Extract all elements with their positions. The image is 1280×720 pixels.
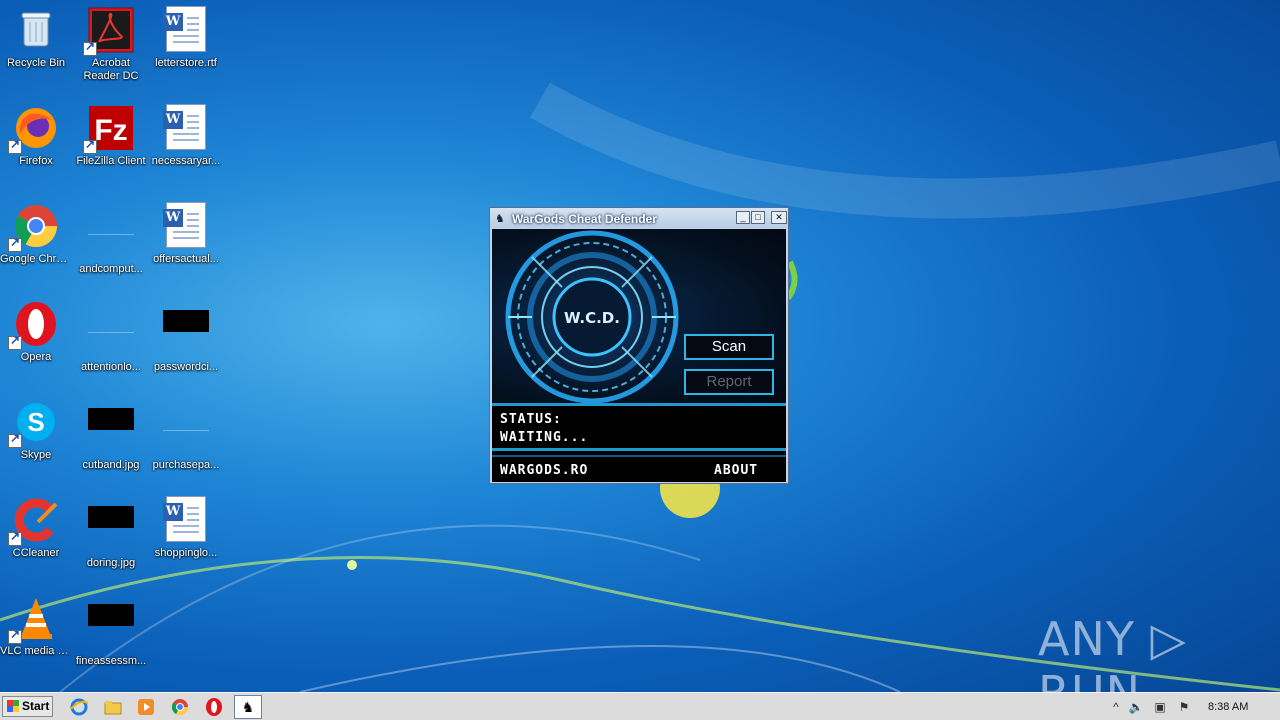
desktop-icon-opera[interactable]: Opera [0, 296, 72, 364]
minimize-button[interactable]: _ [736, 211, 750, 224]
desktop-icon-label: CCleaner [12, 547, 60, 559]
file-icon [163, 408, 209, 431]
word-doc-icon: W [163, 202, 206, 248]
desktop-icon-label: andcomput... [79, 263, 143, 275]
desktop-icon-label: purchasepa... [152, 459, 220, 471]
scan-button[interactable]: Scan [684, 334, 774, 360]
divider [492, 448, 786, 451]
desktop-icon-recycle-bin[interactable]: Recycle Bin [0, 2, 72, 70]
desktop-icon-letterstore[interactable]: W letterstore.rtf [150, 2, 222, 70]
desktop-icon-label: Skype [20, 449, 52, 461]
desktop-icon-label: cutband.jpg [82, 459, 140, 471]
chrome-icon[interactable] [170, 697, 190, 717]
maximize-button[interactable]: □ [751, 211, 765, 224]
desktop-icon-label: Google Chrome [0, 253, 72, 265]
window-client-area: W.C.D. Scan Report STATUS: WAITING... WA… [492, 229, 786, 482]
svg-text:S: S [27, 407, 44, 437]
divider [492, 455, 786, 457]
shortcut-arrow-icon [8, 138, 22, 154]
word-doc-icon: W [163, 6, 206, 52]
wargods-app-icon[interactable]: ♞ [234, 695, 262, 719]
window-titlebar[interactable]: ♞ WarGods Cheat Defender _ □ ✕ [490, 208, 788, 228]
desktop-icon-acrobat[interactable]: Acrobat Reader DC [75, 2, 147, 83]
file-icon [88, 212, 134, 235]
desktop-icon-label: fineassessm... [75, 655, 147, 667]
image-thumb-icon [88, 506, 134, 528]
about-link[interactable]: ABOUT [714, 463, 758, 478]
desktop-icon-purchasepa[interactable]: purchasepa... [150, 394, 222, 472]
desktop-icon-label: offersactual... [153, 253, 219, 265]
shortcut-arrow-icon [8, 236, 22, 252]
wargods-app-icon: ♞ [495, 213, 505, 225]
status-panel: STATUS: WAITING... [492, 406, 786, 448]
shortcut-arrow-icon [8, 628, 22, 644]
desktop-icon-andcomput[interactable]: andcomput... [75, 198, 147, 276]
windows-logo-icon [7, 700, 19, 712]
desktop-icon-passwordci[interactable]: passwordci... [150, 296, 222, 374]
image-thumb-icon [88, 408, 134, 430]
internet-explorer-icon[interactable] [69, 697, 89, 717]
shortcut-arrow-icon [8, 432, 22, 448]
status-label: STATUS: [500, 412, 562, 427]
start-button[interactable]: Start [2, 696, 53, 717]
media-player-icon[interactable] [136, 697, 156, 717]
recycle-bin-icon [21, 12, 51, 47]
wcd-logo-text: W.C.D. [564, 309, 620, 327]
desktop-icon-cutband[interactable]: cutband.jpg [75, 394, 147, 472]
report-button[interactable]: Report [684, 369, 774, 395]
desktop-icon-chrome[interactable]: Google Chrome [0, 198, 72, 266]
wargods-site-link[interactable]: WARGODS.RO [500, 463, 588, 478]
desktop-icon-label: doring.jpg [86, 557, 136, 569]
volume-icon[interactable]: 🔈 [1128, 699, 1144, 715]
desktop-icon-attentionlo[interactable]: attentionlo... [75, 296, 147, 374]
desktop-icon-necessaryar[interactable]: W necessaryar... [150, 100, 222, 168]
svg-text:Fz: Fz [94, 114, 127, 147]
desktop-icon-skype[interactable]: S Skype [0, 394, 72, 462]
desktop-icon-doring[interactable]: doring.jpg [75, 492, 147, 570]
action-center-flag-icon[interactable]: ⚑ [1176, 699, 1192, 715]
desktop-icon-label: necessaryar... [151, 155, 221, 167]
shortcut-arrow-icon [8, 334, 22, 350]
file-icon [88, 310, 134, 333]
desktop-icon-label: passwordci... [153, 361, 219, 373]
desktop-icon-vlc[interactable]: VLC media player [0, 590, 72, 658]
desktop-icon-label: letterstore.rtf [155, 57, 217, 69]
close-button[interactable]: ✕ [771, 211, 787, 224]
desktop-icon-label: Recycle Bin [6, 57, 66, 69]
word-doc-icon: W [163, 496, 206, 542]
taskbar: Start ♞ ^ 🔈 ▣ ⚑ 8:38 AM [0, 692, 1280, 720]
word-doc-icon: W [163, 104, 206, 150]
explorer-icon[interactable] [103, 697, 123, 717]
window-title: WarGods Cheat Defender [512, 212, 657, 226]
shortcut-arrow-icon [83, 40, 97, 56]
desktop-icon-fineassessm[interactable]: fineassessm... [75, 590, 147, 668]
opera-icon[interactable] [204, 697, 224, 717]
desktop-icon-ccleaner[interactable]: CCleaner [0, 492, 72, 560]
desktop-icon-label: Opera [20, 351, 52, 363]
shortcut-arrow-icon [83, 138, 97, 154]
desktop-icon-firefox[interactable]: Firefox [0, 100, 72, 168]
clock[interactable]: 8:38 AM [1208, 701, 1248, 713]
network-icon[interactable]: ▣ [1152, 699, 1168, 715]
start-label: Start [22, 699, 50, 713]
desktop-icon-label: VLC media player [0, 645, 72, 657]
desktop-icon-label: attentionlo... [81, 361, 141, 373]
desktop-icon-offersactual[interactable]: W offersactual... [150, 198, 222, 266]
desktop-icon-filezilla[interactable]: Fz FileZilla Client [75, 100, 147, 168]
status-value: WAITING... [500, 430, 589, 445]
shortcut-arrow-icon [8, 530, 22, 546]
desktop-icon-shoppinglo[interactable]: W shoppinglo... [150, 492, 222, 560]
desktop-icon-label: Firefox [19, 155, 53, 167]
image-thumb-icon [163, 310, 209, 332]
desktop-icon-label: FileZilla Client [76, 155, 146, 167]
image-thumb-icon [88, 604, 134, 626]
desktop-icon-label: shoppinglo... [154, 547, 218, 559]
show-hidden-icon[interactable]: ^ [1108, 699, 1124, 715]
desktop-icon-label: Acrobat Reader DC [83, 57, 139, 82]
wargods-window[interactable]: ♞ WarGods Cheat Defender _ □ ✕ W.C.D. Sc… [489, 207, 789, 484]
